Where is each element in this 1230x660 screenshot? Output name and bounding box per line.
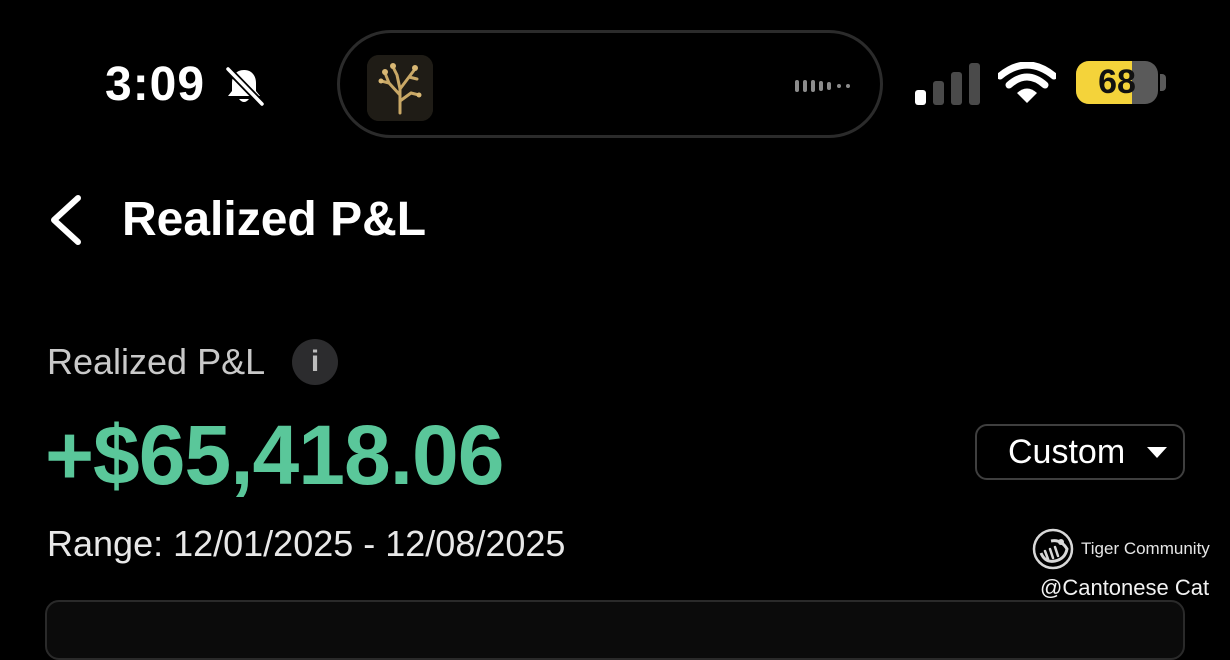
dynamic-island[interactable]	[337, 30, 883, 138]
page-title: Realized P&L	[122, 193, 427, 246]
album-art-icon[interactable]	[367, 55, 433, 121]
range-selector-label: Custom	[1008, 433, 1126, 471]
caret-down-icon	[1147, 447, 1167, 458]
info-icon[interactable]: i	[292, 339, 338, 385]
tiger-logo-icon	[1032, 528, 1074, 570]
date-range-text: Range: 12/01/2025 - 12/08/2025	[47, 523, 566, 564]
signal-icon	[915, 63, 980, 105]
watermark-community: Tiger Community	[1081, 539, 1210, 558]
details-card	[45, 600, 1185, 660]
range-selector[interactable]: Custom	[975, 424, 1185, 480]
watermark-handle: @Cantonese Cat	[1040, 575, 1210, 600]
realized-pl-label: Realized P&L	[47, 341, 266, 382]
realized-pl-value: +$65,418.06	[45, 408, 504, 502]
chevron-left-icon[interactable]	[44, 190, 94, 250]
status-time: 3:09	[105, 58, 206, 111]
battery-percent: 68	[1098, 63, 1136, 101]
battery-icon: 68	[1076, 61, 1158, 104]
wifi-icon	[998, 62, 1056, 103]
waveform-icon	[795, 80, 850, 92]
battery-nub	[1160, 74, 1166, 91]
bell-slash-icon	[225, 66, 265, 107]
